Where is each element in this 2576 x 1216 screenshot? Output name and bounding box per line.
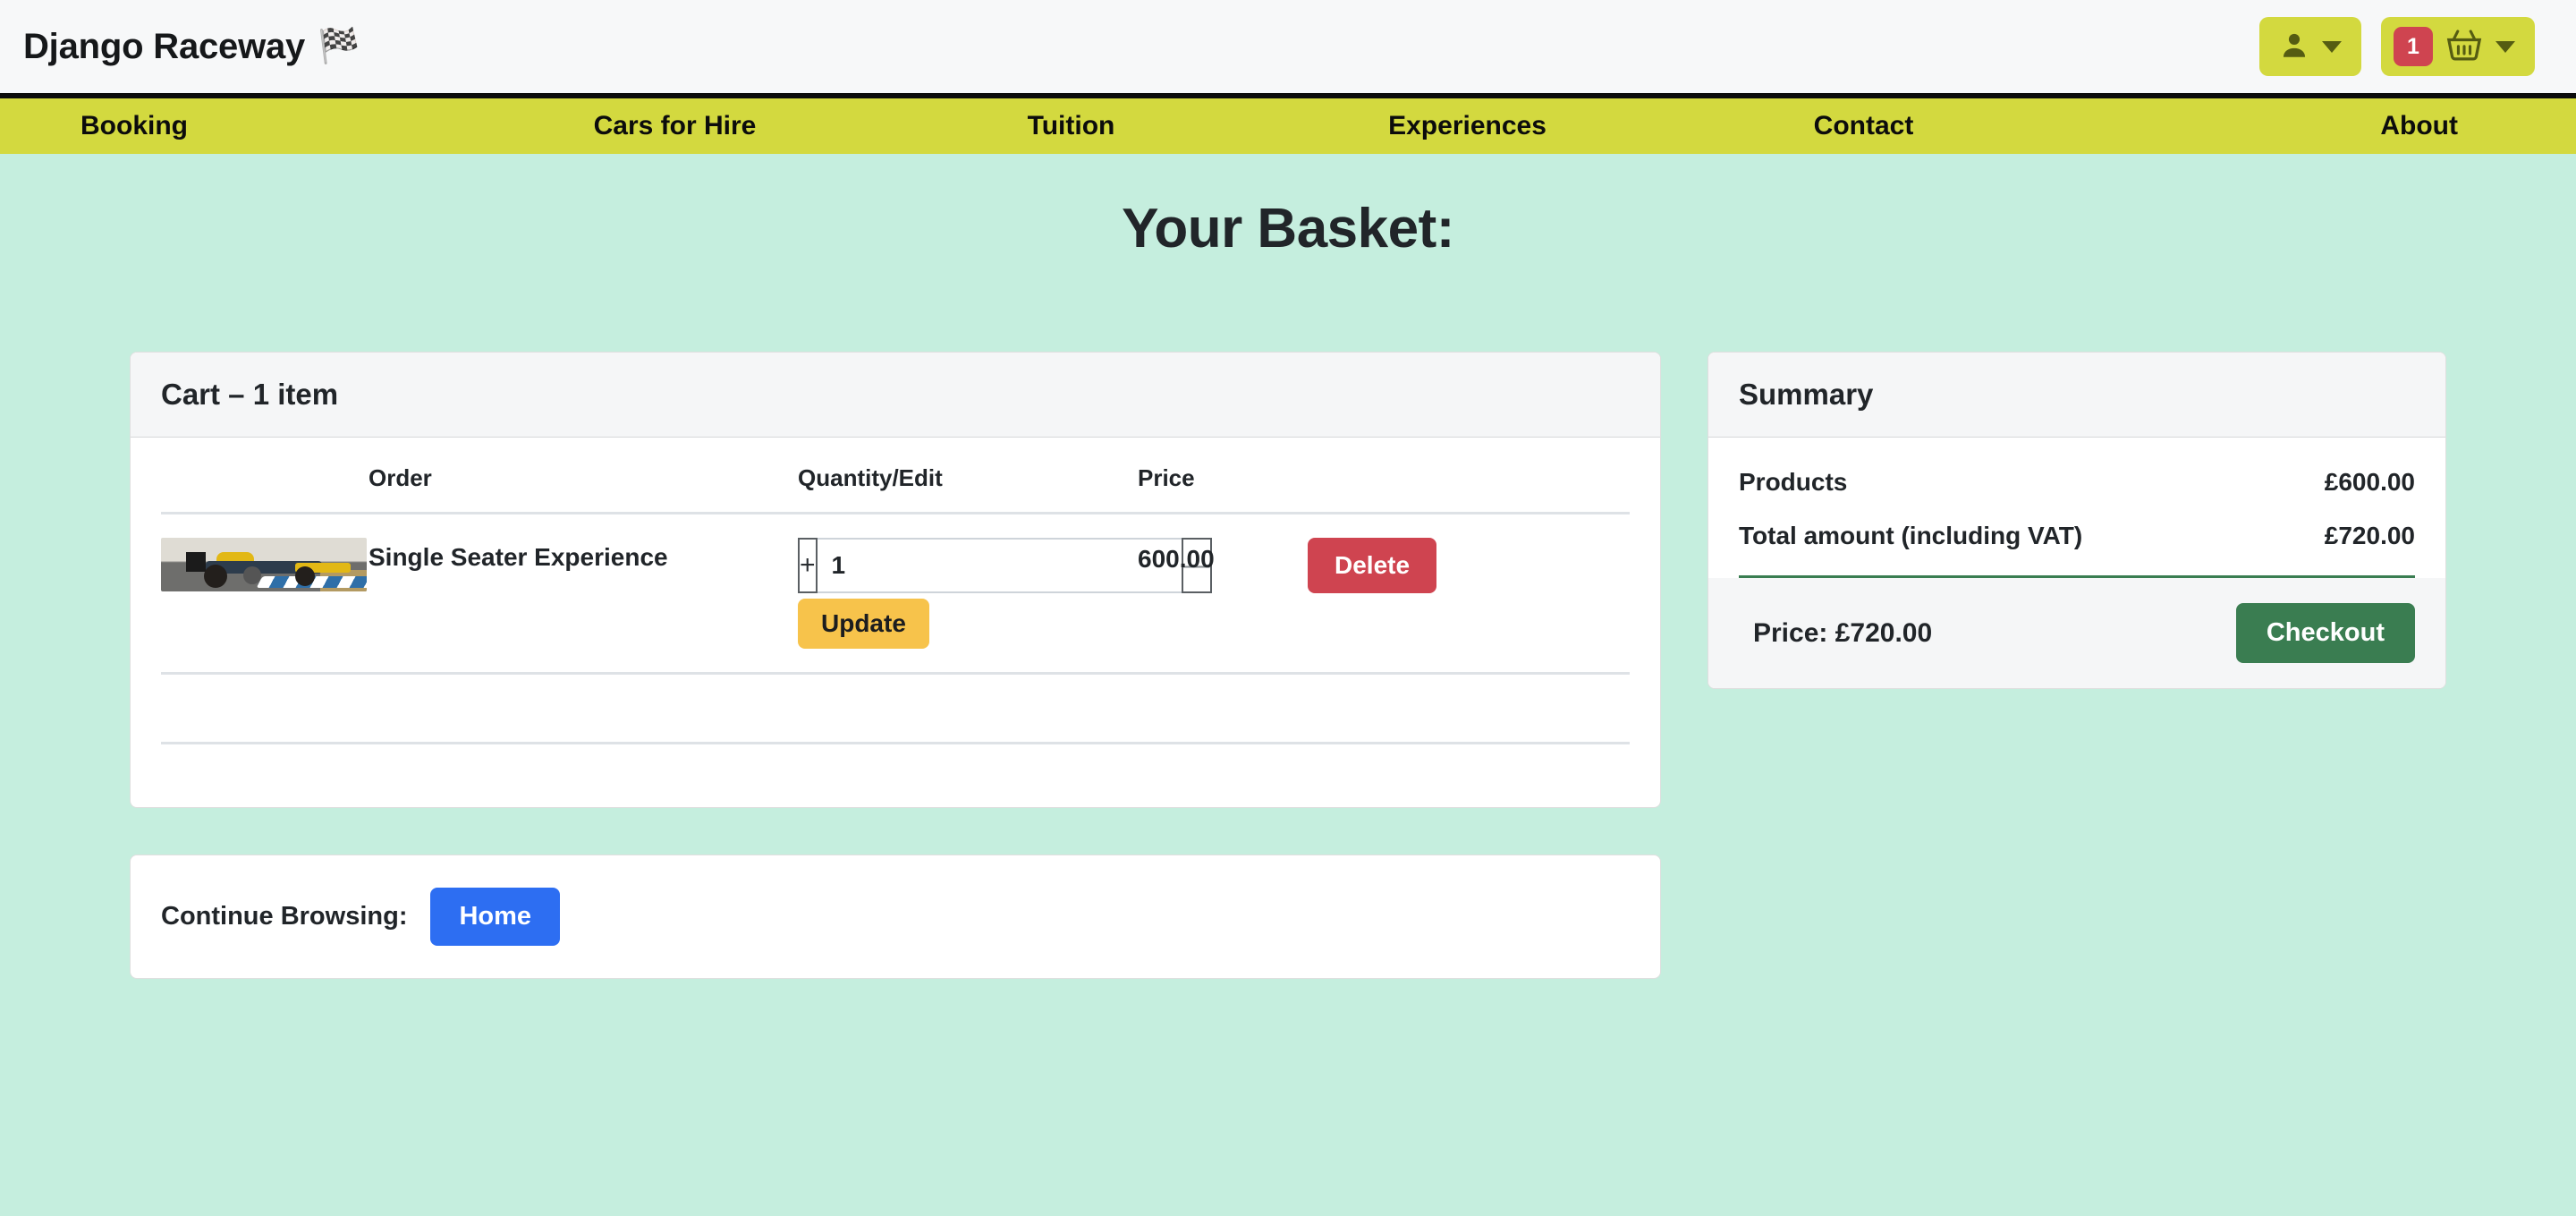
thumb-car-wing (186, 552, 206, 572)
continue-browsing-label: Continue Browsing: (161, 902, 408, 931)
nav-link-about[interactable]: About (2380, 111, 2458, 140)
product-thumbnail[interactable] (161, 538, 367, 591)
thumb-wheel-mid (243, 566, 261, 584)
table-row-spacer (161, 673, 1630, 744)
cart-table: Order Quantity/Edit Price Single Seater … (161, 438, 1630, 744)
checkout-button[interactable]: Checkout (2235, 603, 2415, 663)
cart-card-body: Order Quantity/Edit Price Single Seater … (131, 438, 1660, 807)
page-title: Your Basket: (1122, 198, 1454, 259)
brand-name: Django Raceway (23, 26, 306, 66)
cart-card-heading: Cart – 1 item (131, 353, 1660, 438)
increment-quantity-button[interactable]: + (798, 538, 818, 593)
cart-card-footer-space (161, 744, 1630, 807)
cart-column: Cart – 1 item Order Quantity/Edit Price (130, 352, 1661, 808)
nav-link-experiences[interactable]: Experiences (1388, 111, 1546, 140)
nav-item-contact: Contact (1665, 111, 2062, 141)
table-row: Single Seater Experience + — Update (161, 513, 1630, 675)
checkout-total-price: Price: £720.00 (1753, 617, 1933, 648)
column-header-order: Order (369, 438, 798, 514)
summary-card: Summary Products £600.00 Total amount (i… (1707, 352, 2446, 689)
thumb-wheel-rear (204, 565, 227, 588)
cart-header-row: Order Quantity/Edit Price (161, 438, 1630, 514)
cart-count-badge: 1 (2394, 27, 2433, 66)
cart-menu-button[interactable]: 1 (2381, 17, 2535, 76)
summary-total-label: Total amount (including VAT) (1739, 522, 2083, 549)
update-button[interactable]: Update (798, 599, 929, 649)
summary-line-products: Products £600.00 (1739, 468, 2415, 497)
home-button[interactable]: Home (430, 888, 561, 946)
column-header-quantity: Quantity/Edit (798, 438, 1138, 514)
spacer-cell (161, 673, 1630, 744)
chevron-down-icon (2322, 40, 2342, 53)
cart-table-body: Single Seater Experience + — Update (161, 513, 1630, 744)
main-navigation: Booking Cars for Hire Tuition Experience… (0, 98, 2576, 154)
thumb-wheel-front (295, 566, 315, 586)
nav-item-cars-for-hire: Cars for Hire (477, 111, 873, 141)
nav-link-cars-for-hire[interactable]: Cars for Hire (594, 111, 757, 140)
nav-item-tuition: Tuition (873, 111, 1269, 141)
checkout-bar: Price: £720.00 Checkout (1708, 578, 2445, 688)
continue-browsing-card: Continue Browsing: Home (130, 855, 1661, 979)
summary-total-value: £720.00 (2324, 522, 2415, 549)
account-menu-button[interactable] (2259, 17, 2361, 76)
continue-browsing-section: Continue Browsing: Home (0, 855, 2576, 979)
summary-line-total: Total amount (including VAT) £720.00 (1739, 522, 2415, 550)
header-actions: 1 (2259, 17, 2535, 76)
summary-heading: Summary (1708, 353, 2445, 438)
summary-products-value: £600.00 (2324, 468, 2415, 496)
delete-button[interactable]: Delete (1308, 538, 1437, 593)
column-header-image (161, 438, 369, 514)
nav-item-booking: Booking (36, 111, 477, 141)
main-content: Cart – 1 item Order Quantity/Edit Price (0, 352, 2576, 808)
quantity-stepper: + — (798, 538, 1212, 593)
checkered-flag-icon: 🏁 (318, 28, 360, 65)
cell-action: Delete (1308, 513, 1630, 675)
cart-card: Cart – 1 item Order Quantity/Edit Price (130, 352, 1661, 808)
column-header-action (1308, 438, 1630, 514)
nav-link-contact[interactable]: Contact (1814, 111, 1914, 140)
summary-column: Summary Products £600.00 Total amount (i… (1707, 352, 2446, 689)
brand-logo[interactable]: Django Raceway 🏁 (23, 27, 360, 67)
cart-table-head: Order Quantity/Edit Price (161, 438, 1630, 514)
cell-product-name: Single Seater Experience (369, 513, 798, 675)
site-header: Django Raceway 🏁 1 (0, 0, 2576, 98)
nav-list: Booking Cars for Hire Tuition Experience… (36, 111, 2540, 141)
product-name: Single Seater Experience (369, 543, 668, 571)
nav-item-about: About (2062, 111, 2540, 141)
cell-quantity: + — Update (798, 513, 1212, 675)
summary-products-label: Products (1739, 468, 1848, 496)
quantity-input[interactable] (817, 538, 1182, 593)
summary-body: Products £600.00 Total amount (including… (1708, 438, 2445, 688)
basket-icon (2445, 29, 2483, 64)
nav-link-tuition[interactable]: Tuition (1028, 111, 1115, 140)
chevron-down-icon (2496, 40, 2515, 53)
nav-item-experiences: Experiences (1269, 111, 1665, 141)
cell-product-image (161, 513, 369, 675)
user-icon (2279, 30, 2309, 64)
nav-link-booking[interactable]: Booking (80, 111, 188, 140)
column-header-price: Price (1138, 438, 1308, 514)
